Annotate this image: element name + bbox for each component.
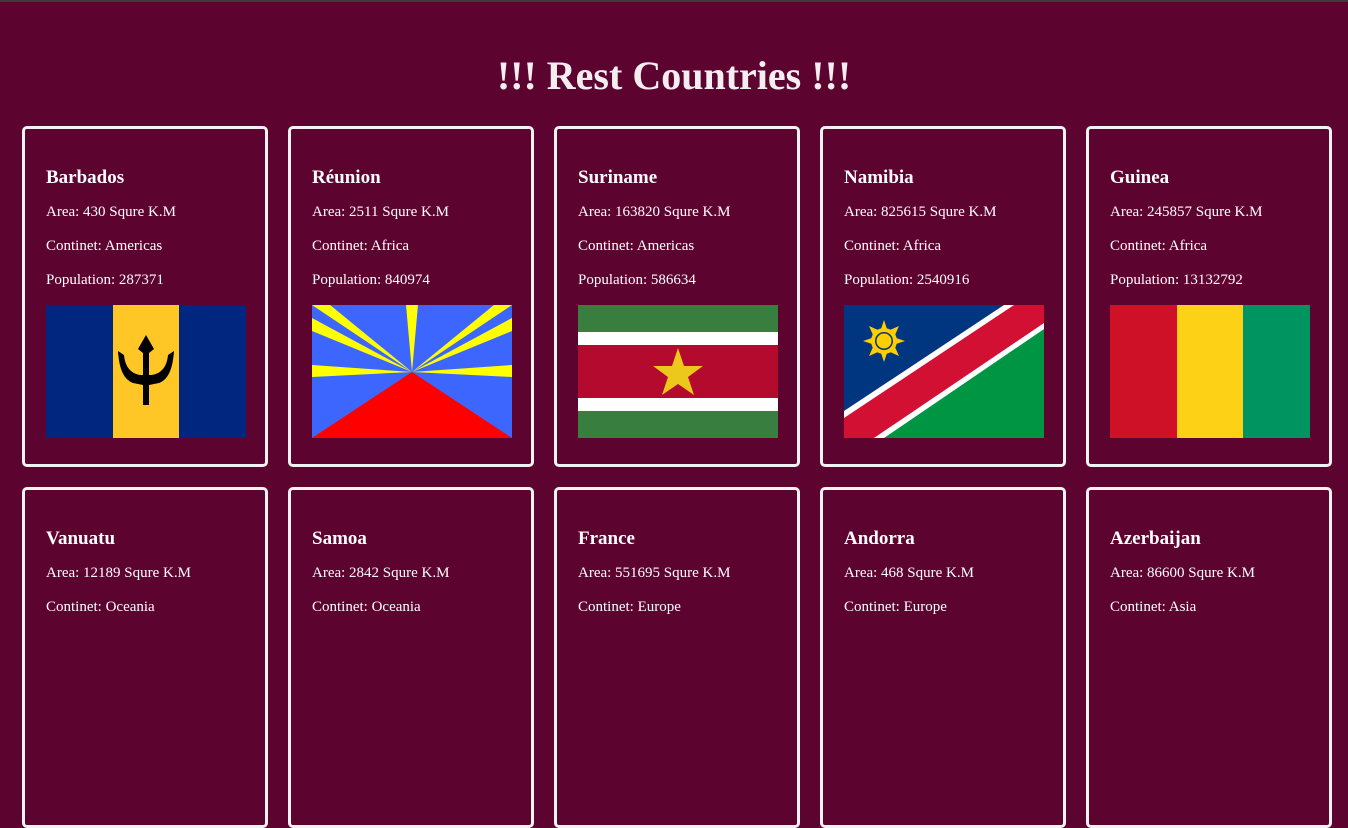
country-area: Area: 551695 Squre K.M <box>578 565 731 581</box>
country-continent: Continet: Oceania <box>46 599 155 615</box>
country-population: Population: 586634 <box>578 272 696 288</box>
country-name: Andorra <box>844 528 915 549</box>
country-area: Area: 2842 Squre K.M <box>312 565 450 581</box>
country-flag-image <box>1110 305 1310 438</box>
country-card: Samoa Area: 2842 Squre K.M Continet: Ocean… <box>288 487 534 828</box>
country-continent: Continet: Americas <box>578 238 695 254</box>
country-area: Area: 163820 Squre K.M <box>578 204 731 220</box>
country-area: Area: 430 Squre K.M <box>46 204 176 220</box>
country-name: France <box>578 528 635 549</box>
country-continent: Continet: Africa <box>312 238 410 254</box>
country-population: Population: 13132792 <box>1110 272 1243 288</box>
country-area: Area: 86600 Squre K.M <box>1110 565 1255 581</box>
country-flag-image <box>46 305 246 438</box>
country-area: Area: 12189 Squre K.M <box>46 565 191 581</box>
country-continent: Continet: Europe <box>578 599 681 615</box>
country-continent: Continet: Oceania <box>312 599 421 615</box>
country-name: Suriname <box>578 167 658 188</box>
country-card: Guinea Area: 245857 Squre K.M Continet: Af… <box>1086 126 1332 467</box>
country-population: Population: 840974 <box>312 272 430 288</box>
country-name: Samoa <box>312 528 367 549</box>
country-continent: Continet: Europe <box>844 599 947 615</box>
country-continent: Continet: Africa <box>1110 238 1208 254</box>
country-card: Barbados Area: 430 Squre K.M Continet: Ame… <box>22 126 268 467</box>
country-flag-image <box>844 305 1044 438</box>
country-flag-image <box>578 305 778 438</box>
country-population: Population: 2540916 <box>844 272 970 288</box>
country-card: Vanuatu Area: 12189 Squre K.M Continet: Oc… <box>22 487 268 828</box>
country-card: Suriname Area: 163820 Squre K.M Continet: … <box>554 126 800 467</box>
country-grid: Barbados Area: 430 Squre K.M Continet: Ame… <box>22 126 1332 828</box>
country-card: Namibia Area: 825615 Squre K.M Continet: A… <box>820 126 1066 467</box>
country-continent: Continet: Americas <box>46 238 163 254</box>
country-continent: Continet: Africa <box>844 238 942 254</box>
country-name: Guinea <box>1110 167 1170 188</box>
country-area: Area: 468 Squre K.M <box>844 565 974 581</box>
country-card: Azerbaijan Area: 86600 Squre K.M Continet:… <box>1086 487 1332 828</box>
country-area: Area: 2511 Squre K.M <box>312 204 449 220</box>
country-card: Réunion Area: 2511 Squre K.M Continet: Afr… <box>288 126 534 467</box>
country-card: Andorra Area: 468 Squre K.M Continet: Euro… <box>820 487 1066 828</box>
country-card: France Area: 551695 Squre K.M Continet: Eu… <box>554 487 800 828</box>
country-name: Vanuatu <box>46 528 116 549</box>
country-name: Réunion <box>312 167 381 188</box>
country-name: Barbados <box>46 167 125 188</box>
country-area: Area: 245857 Squre K.M <box>1110 204 1263 220</box>
country-name: Azerbaijan <box>1110 528 1201 549</box>
country-population: Population: 287371 <box>46 272 164 288</box>
country-continent: Continet: Asia <box>1110 599 1197 615</box>
page-title: !!! Rest Countries !!! <box>496 53 852 98</box>
country-name: Namibia <box>844 167 914 188</box>
country-flag-image <box>312 305 512 438</box>
country-area: Area: 825615 Squre K.M <box>844 204 997 220</box>
